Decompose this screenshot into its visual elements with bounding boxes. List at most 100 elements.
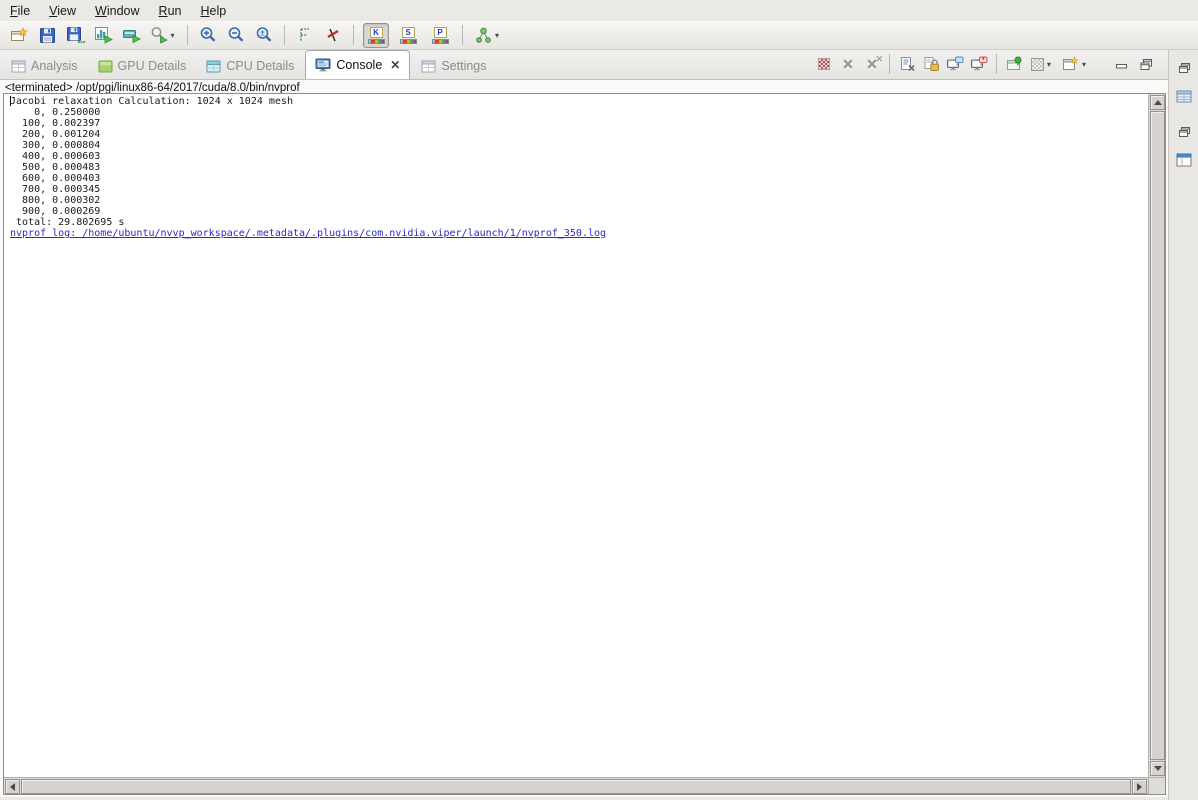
toolbar-separator [462,25,463,45]
minimize-view-button[interactable] [1112,54,1132,74]
console-line: 900, 0.000269 [10,206,1147,217]
scroll-left-button[interactable] [5,779,20,794]
display-selected-console-button[interactable]: ▾ [1028,54,1056,74]
terminate-button [814,54,834,74]
horizontal-scrollbar[interactable] [4,777,1148,794]
cpu-details-tab-icon [206,60,221,73]
kernel-toggle-button[interactable]: K [363,23,389,48]
examine-values-button[interactable]: ▾ [147,23,179,47]
console-view: <terminated> /opt/pgi/linux86-64/2017/cu… [0,80,1168,797]
console-line: 300, 0.000804 [10,140,1147,151]
process-toggle-button[interactable]: P [427,23,453,48]
examine-dropdown-caret[interactable]: ▾ [169,31,177,40]
open-console-caret[interactable]: ▾ [1080,60,1088,69]
stream-toggle-button[interactable]: S [395,23,421,48]
analysis-dropdown-caret[interactable]: ▾ [493,31,501,40]
save-all-button[interactable] [63,23,87,47]
stream-color-bar [400,39,417,44]
console-line: 600, 0.000403 [10,173,1147,184]
scrollbar-corner [1148,777,1165,794]
new-session-button[interactable] [7,23,31,47]
mark-start-button[interactable] [293,23,317,47]
minimize-icon [1115,58,1129,70]
mark-end-button[interactable] [321,23,345,47]
console-toolbar-separator [889,54,890,74]
tab-gpu-details[interactable]: GPU Details [89,53,196,79]
restore-view-button[interactable] [1169,56,1198,80]
process-color-bar [432,39,449,44]
clear-console-icon [899,56,916,72]
clear-console-button[interactable] [897,54,917,74]
menu-view[interactable]: View [47,2,85,20]
close-icon[interactable]: ✕ [390,58,400,72]
minimized-table-view-button[interactable] [1169,84,1198,108]
vertical-scroll-thumb[interactable] [1150,111,1165,760]
scroll-up-button[interactable] [1150,95,1165,110]
new-session-icon [10,27,28,44]
show-stdout-button[interactable] [945,54,965,74]
scroll-lock-button[interactable] [921,54,941,74]
open-console-icon [1062,56,1079,72]
tab-label: Console [336,58,382,72]
console-line: 0, 0.250000 [10,107,1147,118]
scroll-right-button[interactable] [1132,779,1147,794]
zoom-out-button[interactable] [224,23,248,47]
tab-cpu-details[interactable]: CPU Details [197,53,303,79]
console-output: Jacobi relaxation Calculation: 1024 x 10… [4,94,1147,776]
restore-view-button[interactable] [1169,120,1198,144]
fast-view-bar [1168,50,1198,800]
red-flag-icon [325,27,341,43]
console-line: total: 29.802695 s [10,217,1147,228]
run-analysis-button[interactable]: ▾ [471,23,505,47]
remove-all-small-x-icon: ✕ [875,54,883,65]
console-line: 200, 0.001204 [10,129,1147,140]
console-toolbar-separator [996,54,997,74]
remove-launch-icon: ✕ [842,57,854,71]
nvprof-log-link[interactable]: nvprof log: /home/ubuntu/nvvp_workspace/… [10,228,1147,239]
display-console-icon [1031,58,1044,71]
tab-label: GPU Details [118,59,187,73]
maximize-view-button[interactable] [1136,54,1156,74]
display-console-caret[interactable]: ▾ [1045,60,1053,69]
tab-console[interactable]: Console ✕ [305,50,410,79]
arrow-down-icon [1154,766,1162,771]
remove-launch-button[interactable]: ✕ [838,54,858,74]
generate-timeline-button[interactable] [91,23,115,47]
maximize-icon [1139,58,1154,71]
menu-help[interactable]: Help [198,2,235,20]
tab-settings[interactable]: Settings [412,53,495,79]
pin-console-button[interactable] [1004,54,1024,74]
minimized-panel-view-button[interactable] [1169,148,1198,172]
save-button[interactable] [35,23,59,47]
scroll-down-button[interactable] [1150,761,1165,776]
pin-console-icon [1006,56,1023,72]
console-line: 800, 0.000302 [10,195,1147,206]
toolbar-separator [284,25,285,45]
run-application-icon [122,26,141,44]
show-stdout-icon [946,56,964,72]
timeline-chart-icon [94,26,113,44]
run-application-button[interactable] [119,23,143,47]
scroll-lock-icon [923,56,940,72]
console-text-area[interactable]: Jacobi relaxation Calculation: 1024 x 10… [3,93,1166,795]
open-console-button[interactable]: ▾ [1060,54,1090,74]
process-letter: P [434,27,447,38]
table-view-icon [1176,90,1192,103]
horizontal-scroll-thumb[interactable] [21,779,1131,794]
text-caret [10,96,11,106]
menu-window[interactable]: Window [93,2,148,20]
analysis-tree-icon [475,27,492,44]
tab-analysis[interactable]: Analysis [2,53,87,79]
show-stderr-button[interactable]: * [969,54,989,74]
arrow-right-icon [1137,783,1142,791]
tab-label: Analysis [31,59,78,73]
menu-run[interactable]: Run [157,2,191,20]
menu-file[interactable]: File [8,2,39,20]
analysis-tab-icon [11,60,26,73]
remove-all-launches-button[interactable]: ✕ ✕ [862,54,882,74]
console-line: 100, 0.002397 [10,118,1147,129]
vertical-scrollbar[interactable] [1148,94,1165,777]
console-line: 500, 0.000483 [10,162,1147,173]
zoom-fit-button[interactable]: ± [252,23,276,47]
zoom-in-button[interactable] [196,23,220,47]
